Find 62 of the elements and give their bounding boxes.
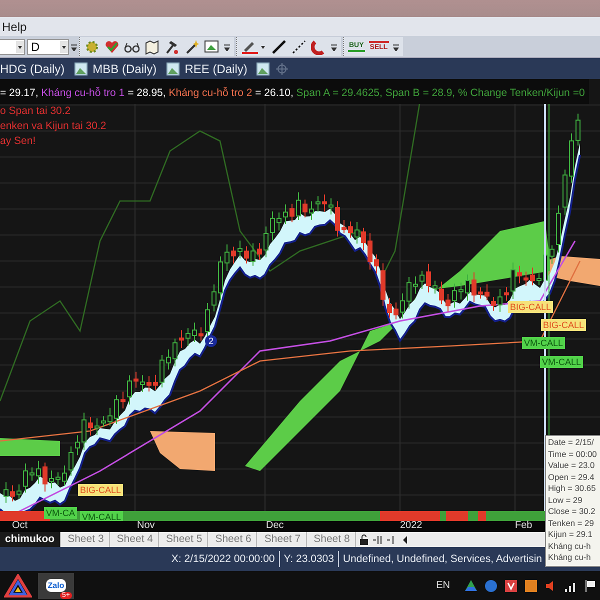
signal-label: BIG-CALL (78, 484, 124, 496)
menu-item[interactable]: Help (0, 20, 29, 34)
axis-label: Feb (515, 520, 532, 532)
cloud-area (150, 431, 215, 471)
axis-label: Oct (12, 520, 28, 532)
magnet-icon[interactable] (311, 38, 327, 54)
overflow-icon[interactable] (71, 42, 77, 50)
hammer-icon[interactable] (164, 38, 180, 54)
signal-label: VM-CALL (540, 356, 584, 368)
picture-icon (256, 62, 270, 76)
chart-tab[interactable]: MBB (Daily) (92, 62, 157, 76)
picture-icon (74, 62, 88, 76)
wand-icon[interactable] (184, 38, 200, 54)
tooltip-line: Time = 00:00 (548, 448, 598, 460)
signal-label: VM-CALL (522, 337, 566, 349)
tooltip-line: Kijun = 29.1 (548, 529, 594, 540)
status-x: X: 2/15/2022 00:00:00 (171, 553, 275, 565)
signal-label: VM-CA (44, 507, 77, 519)
status-y: Y: 23.0303 (284, 553, 334, 565)
tooltip-line: Open = 29.4 (548, 472, 596, 483)
interval-dropdown[interactable]: D (27, 38, 69, 54)
sheet-tab[interactable]: chimukoo (0, 532, 61, 547)
chart-note: ay Sen! (0, 134, 37, 149)
overflow-icon[interactable] (331, 42, 337, 50)
line-icon[interactable] (271, 38, 287, 54)
picture-icon (166, 62, 180, 76)
lock-icon[interactable] (358, 534, 370, 546)
tooltip-line: Low = 29 (548, 494, 584, 506)
tooltip-line: Value = 23.0 (548, 460, 596, 472)
chat-app-icon: Zalo (46, 579, 66, 592)
axis-label: Nov (137, 520, 155, 532)
tooltip-line: Tenken = 29 (548, 518, 595, 529)
tooltip-line: High = 30.65 (548, 483, 597, 494)
app-logo-icon[interactable] (4, 574, 32, 598)
chart-tab[interactable]: HDG (Daily) (0, 62, 65, 76)
tooltip-line: Kháng cu-h (548, 540, 592, 552)
dotted-line-icon[interactable] (291, 38, 307, 54)
tray-app-icon[interactable] (524, 578, 538, 592)
crosshair-icon[interactable] (275, 62, 290, 76)
tooltip-line: Date = 2/15/ (548, 437, 595, 448)
overflow-icon[interactable] (392, 42, 399, 50)
tooltip-line: Close = 30.2 (548, 506, 596, 518)
map-icon[interactable] (144, 38, 160, 54)
chart-tab[interactable]: REE (Daily) (184, 62, 248, 76)
axis-label: 2022 (400, 520, 422, 532)
tray-app-icon[interactable] (504, 578, 518, 592)
tooltip-line: Kháng cu-h (548, 552, 592, 564)
chart-note: o Span tai 30.2 (0, 104, 72, 119)
indicator-legend: = 29.17, Kháng cu-hỗ tro 1 = 28.95, Kháng cu-hỗ tro 2 = 26.10, Span A = 29.4625, Span B = 28.9, % Change Tenken/Kijun =0 (0, 79, 589, 104)
picture-icon[interactable] (204, 38, 220, 54)
flag-icon[interactable] (584, 578, 596, 592)
signal-label: BIG-CALL (508, 301, 554, 313)
axis-label: Dec (266, 520, 284, 532)
language-indicator[interactable]: EN (436, 580, 450, 591)
signal-label: BIG-CALL (541, 319, 586, 331)
heart-icon[interactable] (104, 38, 120, 54)
drive-icon[interactable] (464, 578, 478, 592)
sheet-size-icon[interactable] (372, 534, 384, 546)
status-info: Undefined, Undefined, Services, Advertisin (342, 553, 542, 565)
chart-note: enken va Kijun tai 30.2 (0, 119, 108, 134)
overflow-icon[interactable] (224, 42, 230, 50)
gear-icon[interactable] (84, 38, 100, 54)
